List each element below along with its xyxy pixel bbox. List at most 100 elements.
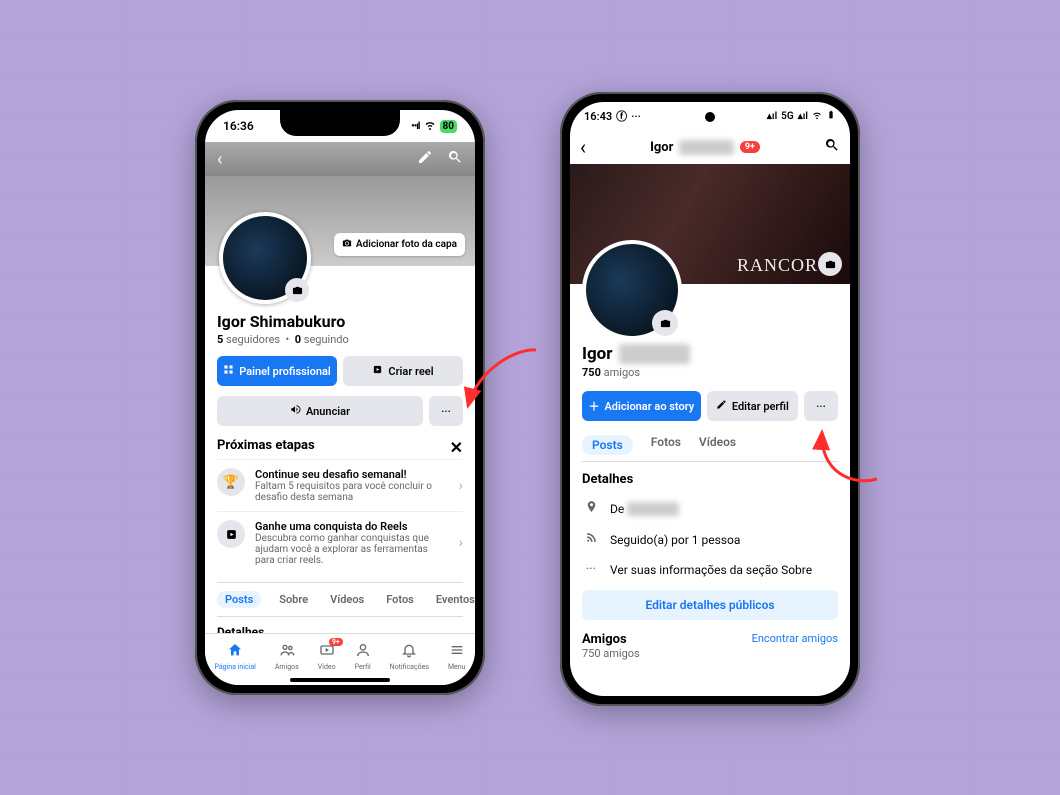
avatar-camera-button[interactable] [652, 310, 678, 336]
friends-section-sub: 750 amigos [582, 647, 640, 660]
wifi-icon [812, 110, 822, 123]
profile-tabs: Posts Fotos Vídeos [582, 435, 838, 462]
iphone-notch [280, 110, 400, 136]
network-label: 5G [781, 111, 794, 122]
nav-video[interactable]: 9+ Vídeo [318, 642, 336, 671]
profile-avatar[interactable] [582, 240, 682, 340]
home-indicator [290, 678, 390, 682]
add-cover-button[interactable]: Adicionar foto da capa [334, 233, 465, 256]
detail-see-about[interactable]: ··· Ver suas informações da seção Sobre [582, 555, 838, 584]
edit-profile-button[interactable]: Editar perfil [707, 391, 798, 421]
tab-posts[interactable]: Posts [217, 591, 261, 608]
reels-badge-icon [217, 520, 245, 548]
pencil-icon [716, 399, 727, 413]
dots-icon: ··· [441, 405, 451, 418]
detail-from[interactable]: De xxxx [582, 493, 838, 524]
find-friends-link[interactable]: Encontrar amigos [752, 632, 838, 660]
rss-icon [582, 531, 600, 548]
status-time: 16:43 [584, 110, 612, 123]
details-heading: Detalhes [582, 472, 838, 487]
battery-indicator: 80 [440, 120, 457, 133]
chevron-right-icon: › [459, 535, 463, 551]
search-icon[interactable] [447, 149, 463, 169]
next-steps-title: Próximas etapas ✕ [217, 438, 463, 453]
menu-icon [449, 642, 465, 662]
profile-tabs: Posts Sobre Vídeos Fotos Eventos [217, 582, 463, 617]
header-title: Igor xxxx 9+ [650, 140, 760, 155]
cover-camera-button[interactable] [818, 252, 842, 276]
nav-friends[interactable]: Amigos [275, 642, 299, 671]
create-reel-button[interactable]: Criar reel [343, 356, 463, 386]
status-more-icon: ··· [631, 110, 641, 123]
profile-name: Igor xxxxx [582, 344, 838, 364]
tab-about[interactable]: Sobre [275, 591, 312, 608]
friends-icon [279, 642, 295, 662]
profile-stats: 5 seguidores • 0 seguindo [217, 333, 463, 346]
profile-topbar: ‹ [205, 142, 475, 176]
battery-icon [826, 110, 836, 123]
add-story-button[interactable]: ＋ Adicionar ao story [582, 391, 701, 421]
detail-followed-by[interactable]: Seguido(a) por 1 pessoa [582, 524, 838, 555]
dots-icon: ··· [582, 562, 600, 577]
dots-icon: ··· [816, 400, 826, 413]
advertise-button[interactable]: Anunciar [217, 396, 423, 426]
trophy-icon: 🏆 [217, 468, 245, 496]
more-options-button[interactable]: ··· [429, 396, 463, 426]
redacted-surname: xxxx [679, 140, 733, 155]
signal-icon: ••ıl [411, 121, 419, 132]
status-time: 16:36 [223, 119, 254, 133]
bell-icon [401, 642, 417, 662]
phone-android: 16:43 ⓕ ··· ▴ıl 5G ▴ıl ‹ Igor xxxx [560, 92, 860, 706]
add-cover-label: Adicionar foto da capa [356, 239, 457, 250]
camera-icon [342, 238, 352, 251]
tab-videos[interactable]: Vídeos [326, 591, 368, 608]
edit-icon[interactable] [417, 149, 433, 169]
profile-avatar[interactable] [219, 212, 311, 304]
android-camera-punch [705, 112, 715, 122]
notification-badge: 9+ [740, 141, 760, 153]
tab-videos[interactable]: Vídeos [699, 435, 736, 455]
video-icon: 9+ [319, 642, 335, 662]
nav-profile[interactable]: Perfil [355, 642, 371, 671]
nav-notifications[interactable]: Notificações [390, 642, 429, 671]
edit-public-details-button[interactable]: Editar detalhes públicos [582, 590, 838, 620]
back-icon[interactable]: ‹ [580, 135, 586, 159]
redacted-surname: xxxxx [619, 344, 690, 364]
next-step-item[interactable]: 🏆 Continue seu desafio semanal! Faltam 5… [217, 459, 463, 511]
profile-name: Igor Shimabukuro [217, 312, 463, 331]
location-icon [582, 500, 600, 517]
tab-events[interactable]: Eventos [432, 591, 475, 608]
cover-watermark: RANCOR [737, 255, 818, 276]
phone-iphone: 16:36 ••ıl 80 ‹ [195, 100, 485, 695]
professional-dashboard-button[interactable]: Painel profissional [217, 356, 337, 386]
profile-topbar: ‹ Igor xxxx 9+ [570, 130, 850, 164]
nav-menu[interactable]: Menu [448, 642, 466, 671]
friends-count: 750 amigos [582, 366, 838, 379]
nav-badge: 9+ [329, 638, 343, 646]
close-icon[interactable]: ✕ [450, 438, 463, 457]
profile-icon [355, 642, 371, 662]
next-step-item[interactable]: Ganhe uma conquista do Reels Descubra co… [217, 511, 463, 574]
signal-icon: ▴ıl [767, 111, 777, 122]
signal-icon-2: ▴ıl [798, 111, 808, 122]
plus-icon: ＋ [588, 398, 599, 414]
search-icon[interactable] [824, 137, 840, 157]
megaphone-icon [290, 404, 301, 418]
reel-icon [372, 364, 383, 378]
tab-posts[interactable]: Posts [582, 435, 633, 455]
tab-photos[interactable]: Fotos [382, 591, 418, 608]
avatar-camera-button[interactable] [285, 278, 309, 302]
status-notif-icon: ⓕ [616, 108, 627, 124]
chevron-right-icon: › [459, 478, 463, 494]
friends-section-title: Amigos [582, 632, 640, 647]
more-options-button[interactable]: ··· [804, 391, 838, 421]
profile-body: Igor Shimabukuro 5 seguidores • 0 seguin… [205, 266, 475, 639]
dashboard-icon [223, 364, 234, 378]
back-icon[interactable]: ‹ [217, 149, 222, 170]
profile-body: Igor xxxxx 750 amigos ＋ Adicionar ao sto… [570, 284, 850, 660]
home-icon [227, 642, 243, 662]
redacted-location: xxxx [627, 502, 679, 516]
wifi-icon [424, 119, 436, 134]
tab-photos[interactable]: Fotos [651, 435, 681, 455]
nav-home[interactable]: Página inicial [214, 642, 255, 671]
